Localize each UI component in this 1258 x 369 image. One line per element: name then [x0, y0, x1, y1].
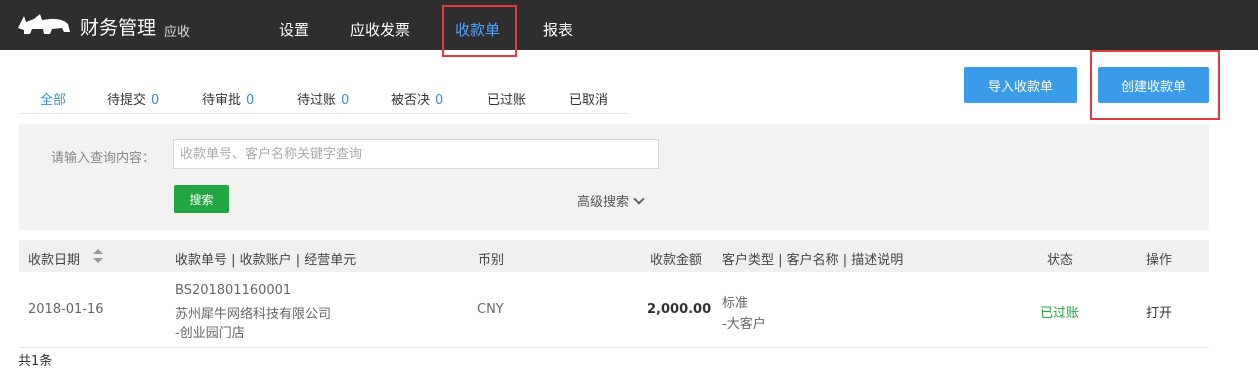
advanced-search-toggle[interactable]: 高级搜索	[577, 191, 645, 210]
tab-pending-submit[interactable]: 待提交 0	[107, 89, 159, 108]
search-button[interactable]: 搜索	[174, 185, 229, 213]
col-header-status: 状态	[1047, 253, 1074, 268]
tab-rejected[interactable]: 被否决 0	[391, 89, 443, 108]
search-input[interactable]	[173, 139, 659, 169]
import-receipt-button[interactable]: 导入收款单	[964, 67, 1077, 103]
tab-label: 待提交	[107, 93, 147, 108]
tab-label: 被否决	[391, 93, 431, 108]
tab-count: 0	[151, 93, 160, 108]
cell-currency: CNY	[477, 302, 504, 317]
cell-amount: 2,000.00	[647, 302, 712, 317]
rhino-logo-icon	[18, 14, 70, 34]
tab-pending-approval[interactable]: 待审批 0	[202, 89, 254, 108]
chevron-down-icon	[633, 193, 645, 205]
nav-settings[interactable]: 设置	[279, 19, 309, 40]
tab-count: 0	[435, 93, 444, 108]
status-badge: 已过账	[1040, 306, 1080, 321]
col-header-date[interactable]: 收款日期	[28, 249, 80, 268]
nav-reports[interactable]: 报表	[543, 19, 573, 40]
open-link[interactable]: 打开	[1146, 302, 1172, 321]
cell-date: 2018-01-16	[28, 302, 104, 317]
nav-receivable-invoice[interactable]: 应收发票	[350, 19, 410, 40]
app-subtitle: 应收	[164, 25, 191, 40]
tab-label: 已过账	[487, 93, 527, 108]
cell-account: 苏州犀牛网络科技有限公司	[175, 307, 332, 322]
search-label: 请输入查询内容：	[51, 151, 156, 166]
cell-customer-type: 标准	[722, 296, 749, 311]
col-header-amount: 收款金额	[650, 253, 703, 268]
nav-receipt-highlight-box	[442, 5, 517, 57]
tab-pending-post[interactable]: 待过账 0	[297, 89, 349, 108]
tab-count: 0	[341, 93, 350, 108]
cell-customer-name: -大客户	[722, 317, 766, 332]
app-title: 财务管理	[80, 17, 157, 39]
tab-posted[interactable]: 已过账	[487, 89, 526, 108]
create-receipt-button[interactable]: 创建收款单	[1098, 67, 1209, 103]
tab-count: 0	[246, 93, 255, 108]
total-count: 共1条	[18, 354, 53, 369]
tab-label: 已取消	[569, 93, 609, 108]
tabs-divider	[19, 113, 629, 114]
sort-icon[interactable]	[92, 247, 104, 265]
col-header-customer: 客户类型 | 客户名称 | 描述说明	[722, 253, 904, 268]
tab-all[interactable]: 全部	[40, 89, 66, 108]
tab-cancelled[interactable]: 已取消	[569, 89, 608, 108]
tab-label: 待过账	[297, 93, 337, 108]
col-header-doc: 收款单号 | 收款账户 | 经营单元	[175, 253, 357, 268]
col-header-currency: 币别	[478, 253, 505, 268]
tab-label: 全部	[40, 93, 67, 108]
advanced-search-label: 高级搜索	[577, 195, 630, 210]
col-header-ops: 操作	[1146, 253, 1173, 268]
tab-label: 待审批	[202, 93, 242, 108]
cell-doc-no: BS201801160001	[175, 283, 292, 298]
cell-unit: -创业园门店	[175, 326, 245, 341]
